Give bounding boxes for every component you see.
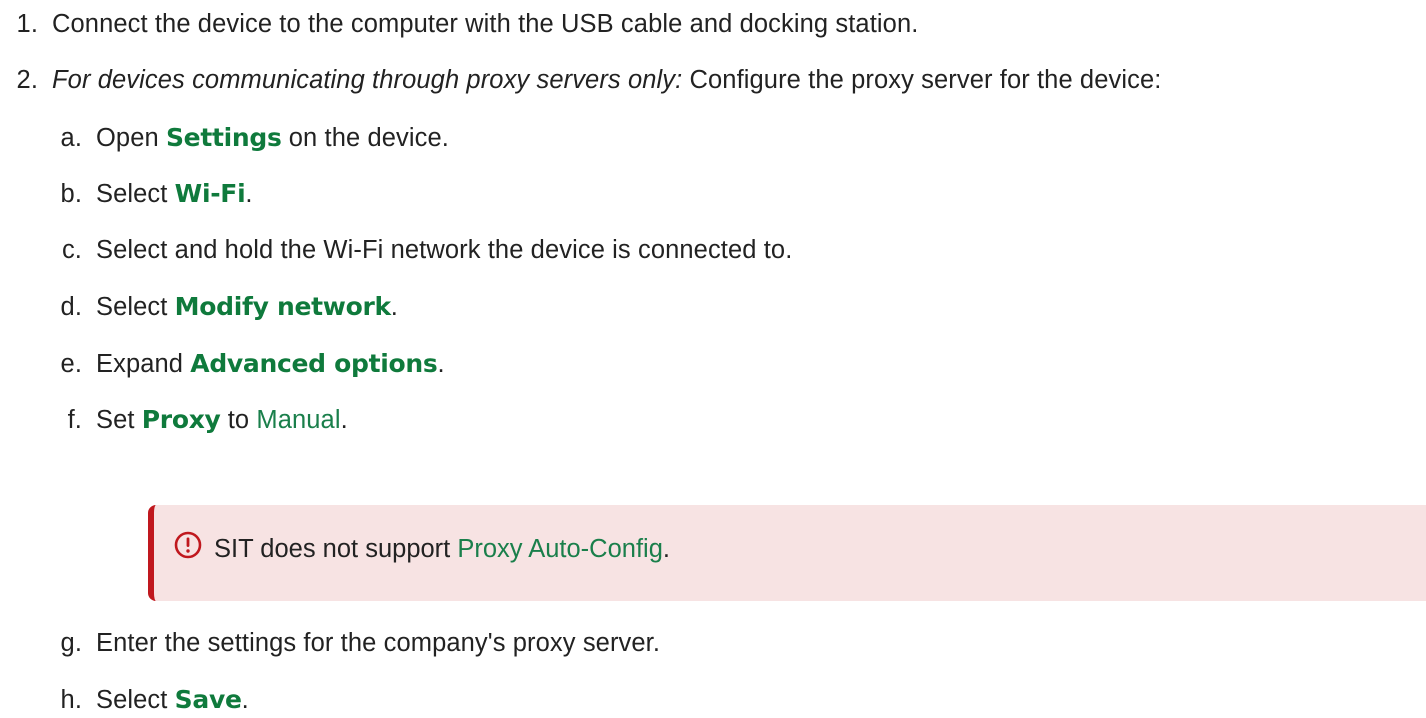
substep-text-middle: to (220, 406, 257, 434)
substep-letter: e. (60, 350, 82, 378)
callout-text-before: SIT does not support (214, 535, 458, 563)
callout-text-after: . (662, 535, 670, 563)
substep-text-before: Select (96, 180, 175, 208)
step-1: 1. Connect the device to the computer wit… (0, 10, 919, 38)
substep-text-before: Select (96, 686, 175, 714)
step-text: Configure the proxy server for the devic… (682, 66, 1162, 94)
value-proxy-auto-config: Proxy Auto-Config (457, 535, 663, 563)
substep-text-before: Select (96, 293, 175, 321)
step-number: 2. (16, 66, 38, 94)
substep-text-after: . (241, 686, 249, 714)
ui-term-settings: Settings (165, 123, 282, 152)
ui-term-save: Save (174, 685, 242, 714)
alert-circle-icon (174, 531, 202, 559)
substep-b: b. Select Wi-Fi. (50, 181, 253, 208)
substep-e: e. Expand Advanced options. (50, 351, 445, 378)
substep-text-before: Set (96, 406, 142, 434)
substep-text-before: Open (96, 124, 166, 152)
substep-f: f. Set Proxy to Manual. (50, 407, 348, 434)
substep-text-before: Expand (96, 350, 191, 378)
substep-text-after: . (390, 293, 398, 321)
substep-text-after: . (245, 180, 253, 208)
ui-term-proxy: Proxy (141, 405, 221, 434)
substep-d: d. Select Modify network. (50, 294, 398, 321)
substep-text-after: on the device. (281, 124, 449, 152)
substep-text: Select and hold the Wi-Fi network the de… (96, 236, 793, 264)
ui-term-advanced-options: Advanced options (190, 349, 438, 378)
substep-letter: h. (60, 686, 82, 714)
step-2: 2. For devices communicating through prox… (0, 66, 1162, 94)
value-manual: Manual (256, 406, 341, 434)
ui-term-modify-network: Modify network (174, 292, 391, 321)
substep-text: Enter the settings for the company's pro… (96, 629, 661, 657)
instruction-document: 1. Connect the device to the computer wit… (0, 0, 1426, 718)
substep-h: h. Select Save. (50, 687, 249, 714)
step-condition: For devices communicating through proxy … (52, 66, 683, 94)
step-number: 1. (16, 10, 38, 38)
substep-c: c. Select and hold the Wi-Fi network the … (50, 236, 793, 264)
step-text: Connect the device to the computer with … (52, 10, 919, 38)
substep-g: g. Enter the settings for the company's p… (50, 629, 661, 657)
substep-text-after: . (437, 350, 445, 378)
substep-text-after: . (340, 406, 348, 434)
callout-text: SIT does not support Proxy Auto-Config. (214, 535, 670, 563)
substep-letter: a. (60, 124, 82, 152)
substep-letter: b. (60, 180, 82, 208)
substep-letter: f. (67, 406, 82, 434)
substep-letter: g. (60, 629, 82, 657)
substep-letter: d. (60, 293, 82, 321)
substep-letter: c. (61, 236, 82, 264)
substep-a: a. Open Settings on the device. (50, 125, 449, 152)
ui-term-wifi: Wi-Fi (174, 179, 246, 208)
important-callout: SIT does not support Proxy Auto-Config. (148, 505, 1426, 601)
